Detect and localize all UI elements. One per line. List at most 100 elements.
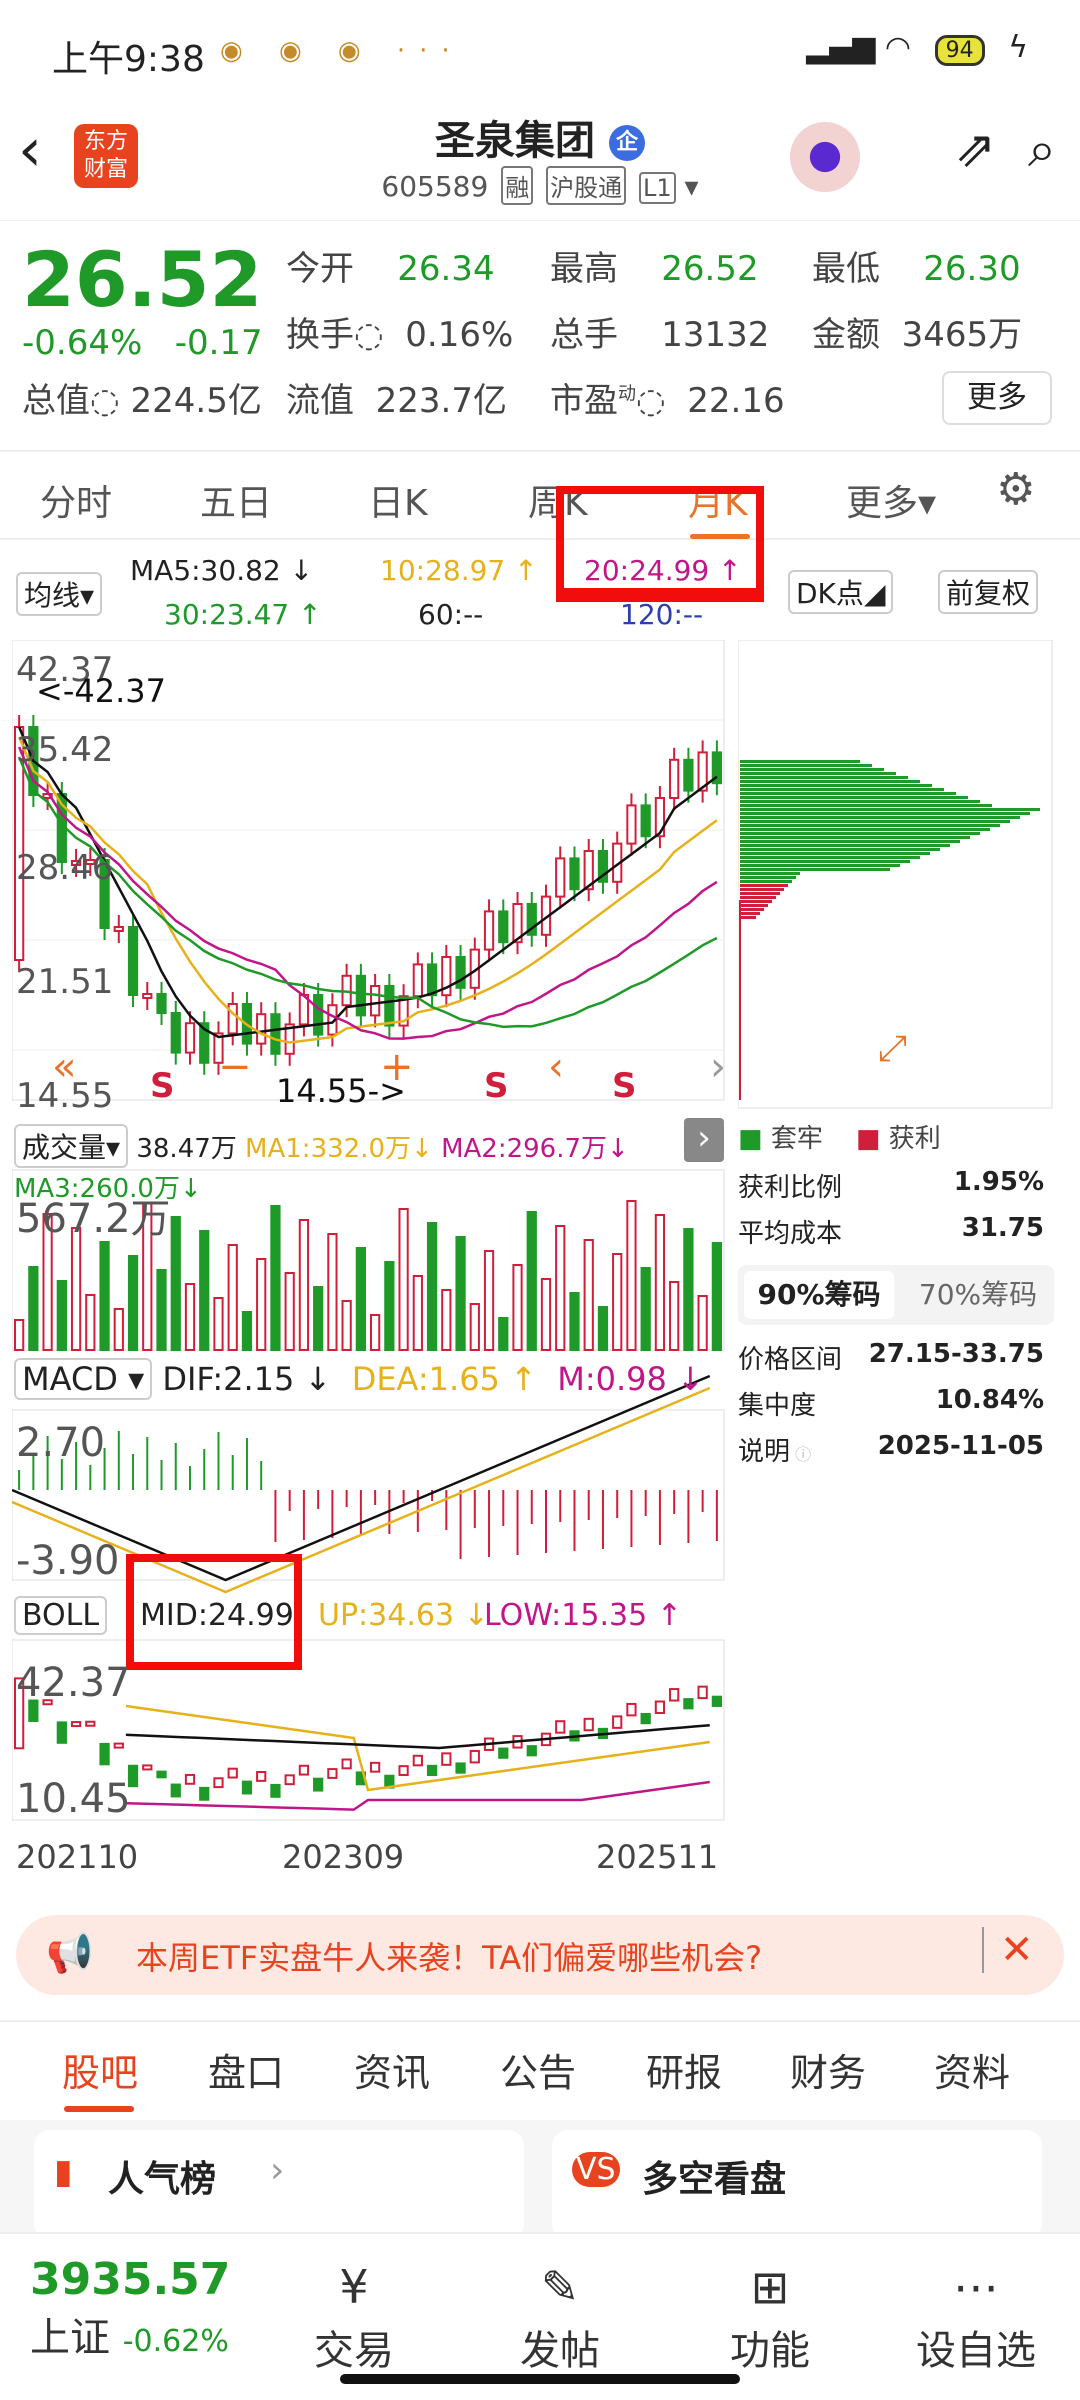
scroll-left-fast-icon[interactable]: « <box>52 1044 76 1090</box>
home-indicator <box>340 2374 740 2384</box>
search-icon[interactable]: ⌕ <box>1028 120 1056 178</box>
chip-bar <box>740 824 1000 827</box>
chip-bar <box>740 840 960 843</box>
tab-pankou[interactable]: 盘口 <box>208 2042 284 2097</box>
share-icon[interactable]: ⇗ <box>954 120 996 178</box>
volume-bar <box>355 1247 367 1351</box>
zoom-in-icon[interactable]: + <box>380 1044 414 1090</box>
nav-trade[interactable]: ¥ 交易 <box>274 2262 434 2376</box>
volume-bar <box>270 1205 281 1351</box>
nav-post[interactable]: ✎ 发帖 <box>480 2262 640 2376</box>
candle-body <box>483 910 495 951</box>
chip-bar <box>740 900 772 903</box>
candle-body <box>355 974 367 1017</box>
ma-selector[interactable]: 均线▾ <box>16 572 103 616</box>
tab-profile[interactable]: 资料 <box>934 2042 1010 2097</box>
candle-body <box>384 985 395 1027</box>
volume-bar <box>184 1283 196 1351</box>
tab-chip-90[interactable]: 90%筹码 <box>744 1271 894 1319</box>
tab-research[interactable]: 研报 <box>646 2042 722 2097</box>
boll-candle <box>626 1702 637 1717</box>
chevron-down-icon[interactable]: ▾ <box>685 170 699 203</box>
candle-body <box>142 993 153 999</box>
quote-panel: 26.52 -0.64% -0.17 今开 26.34 最高 26.52 最低 … <box>0 220 1080 450</box>
vs-icon: VS <box>572 2152 620 2187</box>
candle-body <box>412 963 423 998</box>
content-tabs: 股吧 盘口 资讯 公告 研报 财务 资料 <box>0 2020 1080 2120</box>
zoom-out-icon[interactable]: − <box>218 1044 252 1090</box>
chip-bar <box>740 768 884 771</box>
volume-bar <box>14 1319 25 1351</box>
boll-selector[interactable]: BOLL <box>14 1596 108 1635</box>
chevron-right-icon: › <box>270 2150 285 2191</box>
volume-bar <box>213 1297 224 1351</box>
chip-bar <box>740 760 860 763</box>
tab-guba[interactable]: 股吧 <box>62 2042 138 2097</box>
chip-bar <box>740 864 900 867</box>
promo-banner[interactable]: 📢 本周ETF实盘牛人来袭！TA们偏爱哪些机会? ✕ <box>16 1915 1064 1995</box>
s-marker-3: S <box>612 1066 637 1106</box>
boll-header: BOLL MID:24.99 UP:34.63 ↓ LOW:15.35 ↑ <box>14 1596 682 1635</box>
boll-candle <box>184 1773 196 1785</box>
chip-bar <box>740 908 764 911</box>
card-popularity[interactable]: ▮ 人气榜 › <box>34 2130 524 2240</box>
banner-text: 本周ETF实盘牛人来袭！TA们偏爱哪些机会? <box>136 1939 763 1977</box>
volume-selector[interactable]: 成交量▾ <box>14 1124 129 1168</box>
candle-body <box>555 857 566 898</box>
tab-five-day[interactable]: 五日 <box>200 474 272 526</box>
card-long-short[interactable]: VS 多空看盘 <box>552 2130 1042 2240</box>
chip-bar <box>740 892 780 895</box>
candle-body <box>370 985 381 1017</box>
chip-bar <box>740 792 956 795</box>
expand-indicator-icon[interactable]: › <box>684 1118 724 1162</box>
scroll-right-icon[interactable]: › <box>710 1044 726 1090</box>
volume-max: 567.2万 <box>16 1196 171 1242</box>
volume-bar <box>597 1306 609 1351</box>
nav-watchlist[interactable]: ⋯ 设自选 <box>896 2262 1056 2376</box>
tab-chip-70[interactable]: 70%筹码 <box>908 1271 1048 1319</box>
kline-tick-4: 21.51 <box>16 962 114 1002</box>
boll-candle <box>85 1720 96 1727</box>
volume-bar <box>398 1208 409 1351</box>
status-right: ▂▄▆ ◠ 94 ϟ <box>806 30 1028 66</box>
volume-bar <box>455 1236 466 1351</box>
chip-bar <box>740 832 980 835</box>
chip-bar <box>740 868 890 871</box>
change-pct: -0.64% <box>22 323 143 363</box>
tab-news[interactable]: 资讯 <box>354 2042 430 2097</box>
tab-more[interactable]: 更多▾ <box>846 474 936 526</box>
scroll-left-icon[interactable]: ‹ <box>548 1044 564 1090</box>
date-mid: 202309 <box>282 1838 405 1876</box>
ma-bar: 均线▾ MA5:30.82 ↓ 10:28.97 ↑ 20:24.99 ↑ 30… <box>0 534 1080 640</box>
more-dots-icon: ⋯ <box>953 2260 999 2314</box>
tab-announce[interactable]: 公告 <box>500 2042 576 2097</box>
adjust-mode-button[interactable]: 前复权 <box>938 570 1039 614</box>
tab-daily-k[interactable]: 日K <box>368 474 428 526</box>
wifi-icon: ◠ <box>884 30 912 65</box>
candle-body <box>170 1012 181 1054</box>
nav-functions[interactable]: ⊞ 功能 <box>690 2262 850 2376</box>
volume-value: 38.47万 <box>136 1134 237 1164</box>
volume-bar <box>127 1255 139 1351</box>
close-icon[interactable]: ✕ <box>982 1927 1034 1973</box>
ma30-value: 30:23.47 ↑ <box>164 598 322 631</box>
tab-intraday[interactable]: 分时 <box>40 474 112 526</box>
volume-bar <box>70 1227 82 1351</box>
chip-row-note: 说明 ⓘ 2025-11-05 <box>738 1431 1044 1467</box>
robot-avatar-icon[interactable] <box>790 122 860 192</box>
volume-bar <box>612 1253 623 1351</box>
volume-bar <box>170 1216 181 1351</box>
dk-point-selector[interactable]: DK点◢ <box>788 570 894 614</box>
info-icon: ⓘ <box>795 1445 812 1464</box>
gear-icon[interactable]: ⚙ <box>996 464 1035 515</box>
more-quote-button[interactable]: 更多 <box>942 371 1052 425</box>
boll-candle <box>170 1783 181 1798</box>
tab-finance[interactable]: 财务 <box>790 2042 866 2097</box>
boll-candle <box>284 1774 295 1786</box>
candle-body <box>569 857 580 891</box>
chip-bar <box>740 828 990 831</box>
index-ticker[interactable]: 3935.57 上证 -0.62% <box>30 2254 230 2363</box>
macd-selector[interactable]: MACD ▾ <box>14 1358 153 1400</box>
stock-title: 圣泉集团 企 <box>0 108 1080 166</box>
macd-top: 2.70 <box>16 1420 106 1466</box>
